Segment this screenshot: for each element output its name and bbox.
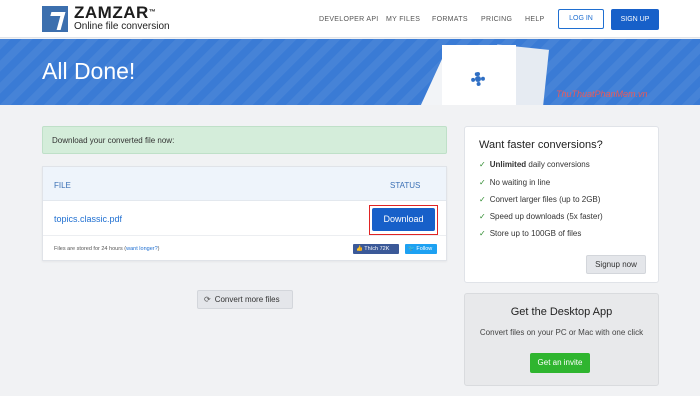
site-watermark: ThuThuatPhanMem.vn — [556, 89, 648, 99]
nav-developer-api[interactable]: DEVELOPER API — [319, 16, 379, 23]
check-icon: ✓ — [479, 160, 486, 169]
check-icon: ✓ — [479, 195, 486, 204]
trademark-mark: ™ — [148, 9, 157, 16]
storage-note: Files are stored for 24 hours (want long… — [54, 246, 160, 252]
converted-files-table: FILE STATUS topics.classic.pdf Download … — [42, 166, 447, 261]
signup-button[interactable]: SIGN UP — [611, 9, 659, 30]
login-button[interactable]: LOG IN — [558, 9, 604, 29]
get-invite-button[interactable]: Get an invite — [530, 353, 590, 373]
column-status: STATUS — [390, 181, 421, 190]
column-file: FILE — [54, 181, 71, 190]
file-name-link[interactable]: topics.classic.pdf — [54, 214, 122, 224]
upgrade-title: Want faster conversions? — [479, 139, 603, 151]
table-header: FILE STATUS — [43, 167, 446, 201]
feature-item: ✓ Convert larger files (up to 2GB) — [479, 195, 601, 204]
hero-banner: All Done! ThuThuatPhanMem.vn — [0, 39, 700, 105]
nav-pricing[interactable]: PRICING — [481, 16, 512, 23]
download-notice: Download your converted file now: — [42, 126, 447, 154]
zamzar-logo[interactable]: ZAMZAR™ Online file conversion — [42, 3, 170, 32]
nav-formats[interactable]: FORMATS — [432, 16, 468, 23]
thumbs-up-icon: 👍 — [356, 246, 363, 252]
table-footer: Files are stored for 24 hours (want long… — [43, 236, 446, 260]
desktop-app-panel: Get the Desktop App Convert files on you… — [464, 293, 659, 386]
feature-item: ✓ Unlimited daily conversions — [479, 160, 590, 169]
table-row: topics.classic.pdf Download — [43, 201, 446, 236]
page-title: All Done! — [42, 58, 136, 84]
desktop-app-title: Get the Desktop App — [510, 306, 613, 318]
facebook-like-button[interactable]: 👍 Thích 72K — [353, 244, 399, 254]
nav-help[interactable]: HELP — [525, 16, 545, 23]
download-button[interactable]: Download — [372, 208, 435, 231]
brand-name: ZAMZAR — [74, 3, 149, 22]
top-header: ZAMZAR™ Online file conversion DEVELOPER… — [0, 0, 700, 38]
feature-item: ✓ Speed up downloads (5x faster) — [479, 212, 603, 221]
feature-item: ✓ Store up to 100GB of files — [479, 229, 582, 238]
check-icon: ✓ — [479, 212, 486, 221]
desktop-app-text: Convert files on your PC or Mac with one… — [479, 328, 644, 337]
signup-now-button[interactable]: Signup now — [586, 255, 646, 274]
convert-more-button[interactable]: ⟳ Convert more files — [197, 290, 293, 309]
refresh-icon: ⟳ — [204, 295, 211, 304]
twitter-bird-icon: 🐦 — [408, 246, 415, 252]
check-icon: ✓ — [479, 229, 486, 238]
zamzar-logo-icon — [42, 5, 68, 32]
want-longer-link[interactable]: want longer? — [126, 246, 158, 252]
nav-my-files[interactable]: MY FILES — [386, 16, 420, 23]
brand-tagline: Online file conversion — [74, 21, 170, 32]
feature-item: ✓ No waiting in line — [479, 178, 551, 187]
check-icon: ✓ — [479, 178, 486, 187]
upgrade-panel: Want faster conversions? ✓ Unlimited dail… — [464, 126, 659, 283]
twitter-follow-button[interactable]: 🐦 Follow — [405, 244, 437, 254]
